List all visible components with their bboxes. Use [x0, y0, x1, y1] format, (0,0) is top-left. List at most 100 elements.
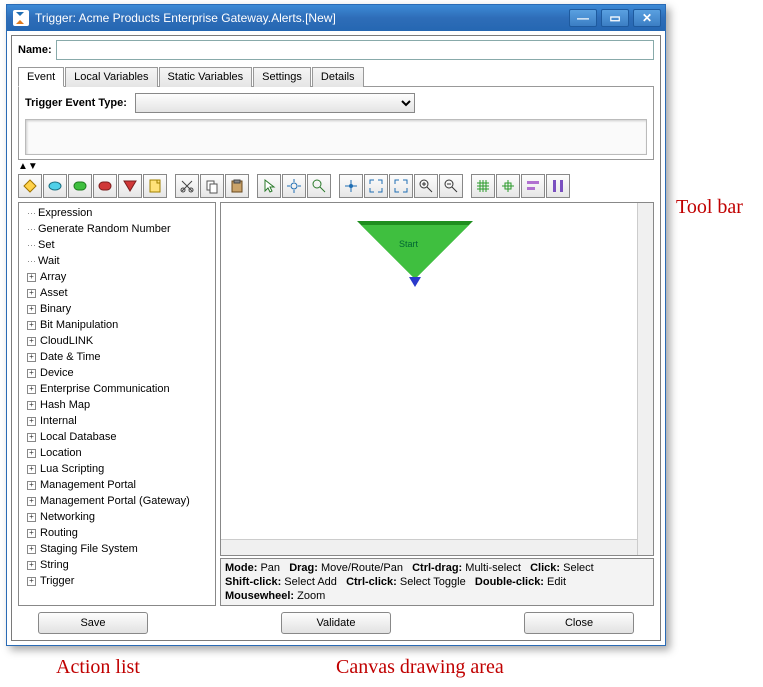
tree-leaf-icon: ⋯ — [27, 240, 35, 251]
tree-item-label: Staging File System — [40, 543, 138, 555]
category-string[interactable]: + String — [21, 557, 213, 573]
expand-icon[interactable]: + — [27, 417, 36, 426]
tree-item-label: Array — [40, 271, 66, 283]
shape-ellipse-button[interactable] — [43, 174, 67, 198]
pointer-tool-button[interactable] — [257, 174, 281, 198]
category-device[interactable]: +Device — [21, 365, 213, 381]
expand-icon[interactable]: + — [27, 321, 36, 330]
tree-leaf-icon: ⋯ — [27, 256, 35, 267]
category-bit-manipulation[interactable]: +Bit Manipulation — [21, 317, 213, 333]
expand-icon[interactable]: + — [27, 401, 36, 410]
shape-page-button[interactable] — [143, 174, 167, 198]
tree-item-label: Location — [40, 447, 82, 459]
category-date-time[interactable]: +Date & Time — [21, 349, 213, 365]
expand-icon[interactable]: + — [27, 369, 36, 378]
action-list[interactable]: ⋯Expression⋯Generate Random Number⋯Set⋯W… — [18, 202, 216, 606]
collapse-toggle[interactable]: ▲▼ — [18, 162, 654, 172]
expand-icon[interactable]: + — [27, 481, 36, 490]
expand-icon[interactable]: + — [27, 433, 36, 442]
expand-icon[interactable]: + — [27, 353, 36, 362]
category-hash-map[interactable]: + Hash Map — [21, 397, 213, 413]
canvas-hscrollbar[interactable] — [221, 539, 637, 555]
canvas[interactable]: Start — [220, 202, 654, 556]
expand-icon[interactable]: + — [27, 305, 36, 314]
maximize-button[interactable]: ▭ — [601, 9, 629, 27]
tree-item-label: Asset — [40, 287, 68, 299]
category-cloudlink[interactable]: +CloudLINK — [21, 333, 213, 349]
pan-tool-button[interactable] — [282, 174, 306, 198]
expand-icon[interactable]: + — [27, 449, 36, 458]
center-button[interactable] — [339, 174, 363, 198]
annotation-canvas: Canvas drawing area — [336, 656, 504, 679]
expand-icon[interactable]: + — [27, 561, 36, 570]
category-asset[interactable]: + Asset — [21, 285, 213, 301]
category-enterprise-communication[interactable]: +Enterprise Communication — [21, 381, 213, 397]
trigger-event-type-select[interactable] — [135, 93, 415, 113]
category-internal[interactable]: +Internal — [21, 413, 213, 429]
fit-window-button[interactable] — [364, 174, 388, 198]
category-trigger[interactable]: +Trigger — [21, 573, 213, 589]
fit-selection-button[interactable] — [389, 174, 413, 198]
close-window-button[interactable]: ✕ — [633, 9, 661, 27]
action-wait[interactable]: ⋯Wait — [21, 253, 213, 269]
canvas-vscrollbar[interactable] — [637, 203, 653, 555]
scissors-button[interactable] — [175, 174, 199, 198]
expand-icon[interactable]: + — [27, 529, 36, 538]
action-generate-random-number[interactable]: ⋯Generate Random Number — [21, 221, 213, 237]
expand-icon[interactable]: + — [27, 465, 36, 474]
expand-icon[interactable]: + — [27, 577, 36, 586]
titlebar[interactable]: Trigger: Acme Products Enterprise Gatewa… — [7, 5, 665, 31]
shape-roundrect-green-button[interactable] — [68, 174, 92, 198]
copy-button[interactable] — [200, 174, 224, 198]
expand-icon[interactable]: + — [27, 513, 36, 522]
start-node-label: Start — [399, 239, 418, 249]
tab-details[interactable]: Details — [312, 67, 364, 87]
category-array[interactable]: + Array — [21, 269, 213, 285]
minimize-button[interactable]: — — [569, 9, 597, 27]
category-management-portal[interactable]: +Management Portal — [21, 477, 213, 493]
zoom-out-button[interactable] — [439, 174, 463, 198]
category-local-database[interactable]: +Local Database — [21, 429, 213, 445]
action-expression[interactable]: ⋯Expression — [21, 205, 213, 221]
paste-button[interactable] — [225, 174, 249, 198]
bottom-buttons: Save Validate Close — [18, 612, 654, 634]
expand-icon[interactable]: + — [27, 337, 36, 346]
save-button[interactable]: Save — [38, 612, 148, 634]
tree-item-label: String — [40, 559, 69, 571]
expand-icon[interactable]: + — [27, 289, 36, 298]
name-input[interactable] — [56, 40, 654, 60]
category-binary[interactable]: +Binary — [21, 301, 213, 317]
tab-settings[interactable]: Settings — [253, 67, 311, 87]
start-output-connector[interactable] — [409, 277, 421, 287]
tab-local-variables[interactable]: Local Variables — [65, 67, 157, 87]
start-node[interactable] — [361, 225, 469, 279]
shape-roundrect-red-button[interactable] — [93, 174, 117, 198]
action-set[interactable]: ⋯Set — [21, 237, 213, 253]
shape-diamond-button[interactable] — [18, 174, 42, 198]
align-button[interactable] — [521, 174, 545, 198]
snap-button[interactable] — [496, 174, 520, 198]
shape-triangle-button[interactable] — [118, 174, 142, 198]
tab-event[interactable]: Event — [18, 67, 64, 87]
expand-icon[interactable]: + — [27, 497, 36, 506]
category-networking[interactable]: +Networking — [21, 509, 213, 525]
zoom-tool-button[interactable] — [307, 174, 331, 198]
zoom-in-button[interactable] — [414, 174, 438, 198]
tree-item-label: Hash Map — [40, 399, 90, 411]
distribute-button[interactable] — [546, 174, 570, 198]
window-title: Trigger: Acme Products Enterprise Gatewa… — [35, 11, 567, 25]
validate-button[interactable]: Validate — [281, 612, 391, 634]
tree-item-label: Management Portal (Gateway) — [40, 495, 190, 507]
tab-static-variables[interactable]: Static Variables — [159, 67, 253, 87]
category-management-portal-gateway-[interactable]: + Management Portal (Gateway) — [21, 493, 213, 509]
category-staging-file-system[interactable]: + Staging File System — [21, 541, 213, 557]
grid-button[interactable] — [471, 174, 495, 198]
expand-icon[interactable]: + — [27, 273, 36, 282]
expand-icon[interactable]: + — [27, 385, 36, 394]
close-button[interactable]: Close — [524, 612, 634, 634]
expand-icon[interactable]: + — [27, 545, 36, 554]
trigger-event-type-label: Trigger Event Type: — [25, 97, 127, 109]
category-location[interactable]: + Location — [21, 445, 213, 461]
category-routing[interactable]: +Routing — [21, 525, 213, 541]
category-lua-scripting[interactable]: +Lua Scripting — [21, 461, 213, 477]
